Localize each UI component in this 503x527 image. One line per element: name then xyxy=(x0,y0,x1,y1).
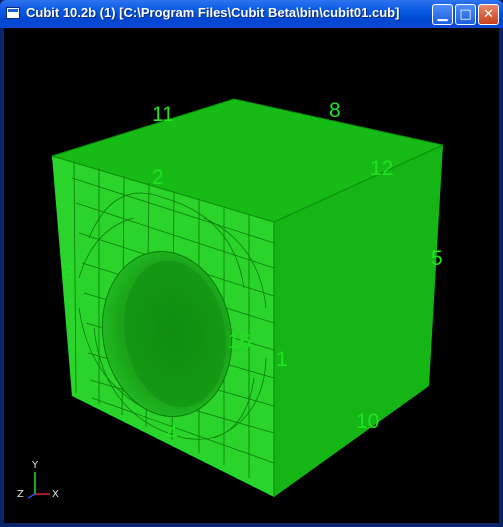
axis-triad xyxy=(27,472,50,499)
curve-label: 10 xyxy=(356,410,380,433)
window-bottom-border xyxy=(0,523,503,527)
minimize-button[interactable]: ▁ xyxy=(432,4,453,25)
curve-label: 11 xyxy=(152,103,174,126)
title-bar[interactable]: Cubit 10.2b (1) [C:\Program Files\Cubit … xyxy=(0,0,503,28)
curve-label: 2 xyxy=(152,166,164,189)
curve-label: 3 xyxy=(62,261,74,284)
axis-z-label: Z xyxy=(17,489,24,500)
curve-label: 4 xyxy=(166,422,178,445)
curve-label: 1 xyxy=(276,348,288,371)
curve-label: 12 xyxy=(370,157,394,180)
axis-y-label: Y xyxy=(32,460,39,471)
curve-label: 8 xyxy=(329,99,341,122)
window-title: Cubit 10.2b (1) [C:\Program Files\Cubit … xyxy=(26,5,400,20)
curve-label: 5 xyxy=(431,247,443,270)
maximize-button[interactable]: □ xyxy=(455,4,476,25)
mesh-model xyxy=(27,98,444,499)
graphics-viewport[interactable]: 11 8 12 2 5 3 16 1 10 4 Y Z X xyxy=(4,28,499,523)
cubit-window: Cubit 10.2b (1) [C:\Program Files\Cubit … xyxy=(0,0,503,527)
curve-label: 16 xyxy=(228,330,252,353)
app-icon[interactable] xyxy=(6,7,20,19)
axis-x-label: X xyxy=(52,489,59,500)
close-button[interactable]: ✕ xyxy=(478,4,499,25)
